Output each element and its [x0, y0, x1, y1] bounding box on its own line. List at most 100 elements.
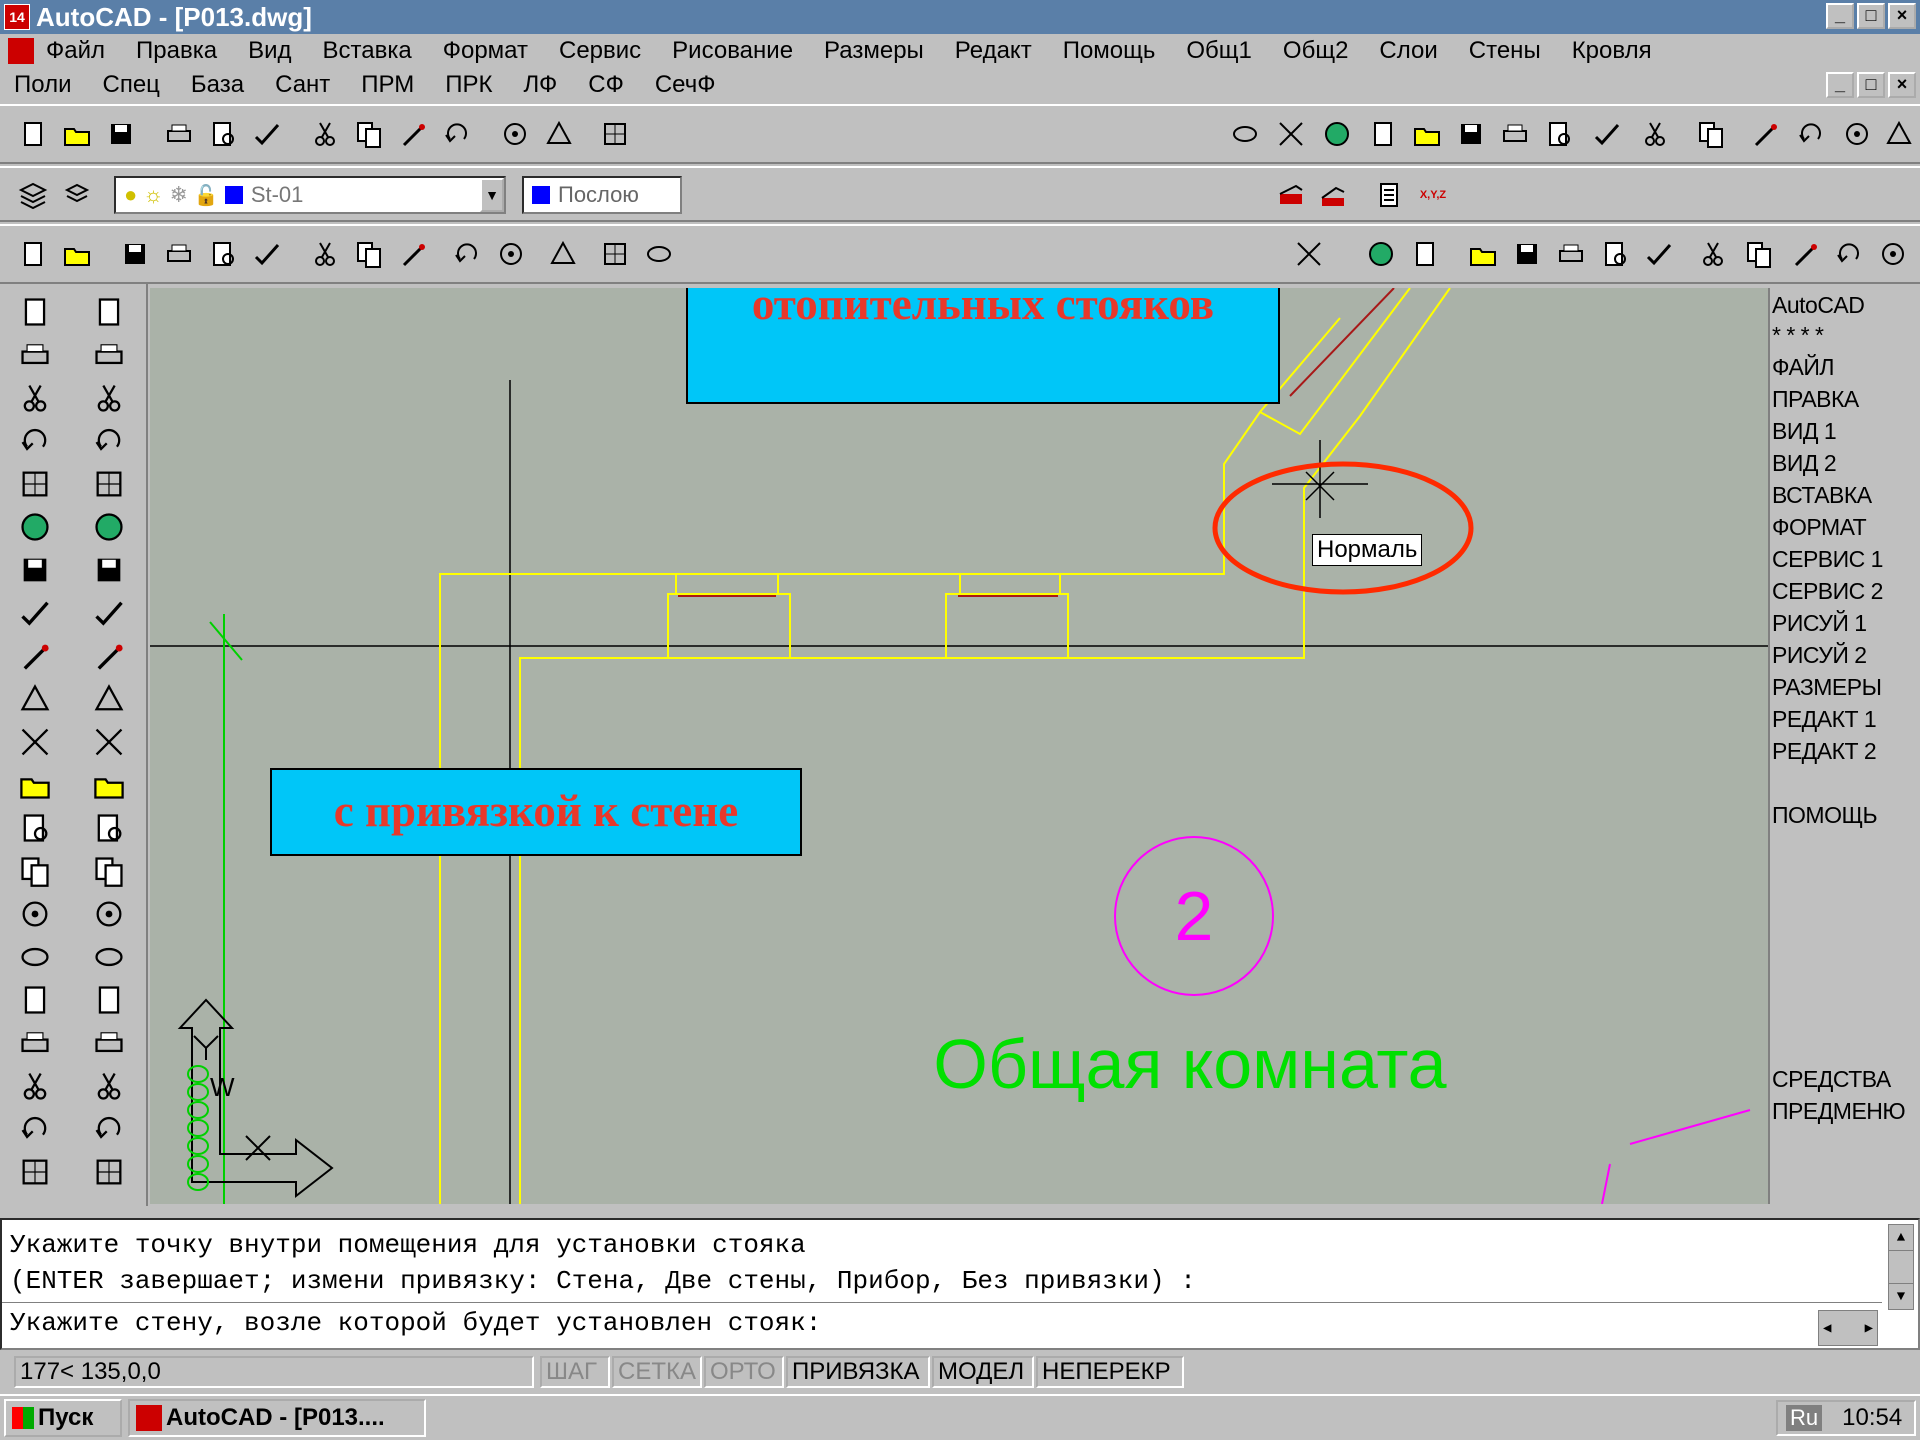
- preview-icon[interactable]: [1540, 115, 1578, 153]
- menu-row2-7[interactable]: СФ: [588, 71, 624, 99]
- doc-maximize-button[interactable]: □: [1857, 72, 1885, 98]
- color-dropdown[interactable]: Послою: [522, 176, 682, 214]
- undo-icon[interactable]: [438, 115, 476, 153]
- stretch-icon[interactable]: [87, 636, 131, 676]
- scroll-right-icon[interactable]: ▶: [1865, 1320, 1873, 1337]
- screen-menu-item-0[interactable]: AutoCAD: [1772, 292, 1865, 319]
- status-toggle-2[interactable]: ОРТО: [704, 1356, 784, 1388]
- erase-icon[interactable]: [87, 292, 131, 332]
- make-block-icon[interactable]: [13, 722, 57, 762]
- screen-menu-item-17[interactable]: СРЕДСТВА: [1772, 1066, 1891, 1093]
- screen-menu-item-16[interactable]: ПОМОЩЬ: [1772, 802, 1878, 829]
- triangle-icon[interactable]: [1880, 115, 1918, 153]
- scroll-up-icon[interactable]: ▲: [1889, 1225, 1913, 1251]
- copy-icon[interactable]: [1692, 115, 1730, 153]
- layer-dropdown[interactable]: ● ☼ ❄ 🔓 St-01 ▼: [114, 176, 506, 214]
- maximize-button[interactable]: □: [1857, 3, 1885, 29]
- save-icon[interactable]: [102, 115, 140, 153]
- rotate-icon[interactable]: [87, 550, 131, 590]
- preview-icon[interactable]: [204, 235, 242, 273]
- new-file-icon[interactable]: [1364, 115, 1402, 153]
- region-icon[interactable]: [13, 851, 57, 891]
- status-toggle-1[interactable]: СЕТКА: [612, 1356, 702, 1388]
- taskbar-autocad-button[interactable]: AutoCAD - [P013....: [128, 1399, 426, 1437]
- array-icon[interactable]: [87, 464, 131, 504]
- paste-icon[interactable]: [394, 235, 432, 273]
- polygon-icon[interactable]: [13, 421, 57, 461]
- screen-menu-item-9[interactable]: СЕРВИС 2: [1772, 578, 1883, 605]
- menu-row1-5[interactable]: Сервис: [559, 37, 641, 65]
- paste-icon[interactable]: [1786, 235, 1824, 273]
- menu-row1-12[interactable]: Слои: [1379, 37, 1437, 65]
- status-toggle-3[interactable]: ПРИВЯЗКА: [786, 1356, 930, 1388]
- arc-icon[interactable]: [13, 507, 57, 547]
- menu-row2-3[interactable]: Сант: [275, 71, 330, 99]
- shield-icon[interactable]: [13, 1023, 57, 1063]
- triangle-icon[interactable]: [540, 115, 578, 153]
- menu-row2-2[interactable]: База: [191, 71, 244, 99]
- cross-icon[interactable]: [1290, 235, 1328, 273]
- menu-row1-0[interactable]: Файл: [46, 37, 105, 65]
- save-icon[interactable]: [1452, 115, 1490, 153]
- open-file-icon[interactable]: [1408, 115, 1446, 153]
- target-icon[interactable]: [492, 235, 530, 273]
- menu-row1-10[interactable]: Общ1: [1186, 37, 1252, 65]
- menu-row2-6[interactable]: ЛФ: [524, 71, 558, 99]
- screen-menu-item-4[interactable]: ВИД 1: [1772, 418, 1837, 445]
- menu-row1-9[interactable]: Помощь: [1063, 37, 1156, 65]
- language-indicator[interactable]: Ru: [1786, 1405, 1823, 1431]
- close-button[interactable]: ×: [1888, 3, 1916, 29]
- target-icon[interactable]: [496, 115, 534, 153]
- new-file-icon[interactable]: [14, 235, 52, 273]
- menu-row1-14[interactable]: Кровля: [1572, 37, 1652, 65]
- coordinates-readout[interactable]: 177< 135,0,0: [14, 1356, 534, 1388]
- menu-row1-6[interactable]: Рисование: [672, 37, 793, 65]
- layer-previous-icon[interactable]: [58, 176, 96, 214]
- print-icon[interactable]: [160, 235, 198, 273]
- paste-icon[interactable]: [394, 115, 432, 153]
- ellipse-icon[interactable]: [13, 636, 57, 676]
- menu-row2-0[interactable]: Поли: [14, 71, 71, 99]
- undo-icon[interactable]: [1830, 235, 1868, 273]
- explode-icon[interactable]: [87, 937, 131, 977]
- save-icon[interactable]: [1508, 235, 1546, 273]
- screen-menu-item-18[interactable]: ПРЕДМЕНЮ: [1772, 1098, 1906, 1125]
- new-file-icon[interactable]: [1406, 235, 1444, 273]
- box-icon[interactable]: [596, 235, 634, 273]
- spell-icon[interactable]: [1640, 235, 1678, 273]
- scale-icon[interactable]: [87, 593, 131, 633]
- measure-icon[interactable]: [87, 1152, 131, 1192]
- status-toggle-5[interactable]: НЕПЕРЕКР: [1036, 1356, 1184, 1388]
- break-icon[interactable]: [87, 808, 131, 848]
- undo-icon[interactable]: [448, 235, 486, 273]
- triangle-icon[interactable]: [544, 235, 582, 273]
- screen-menu-item-3[interactable]: ПРАВКА: [1772, 386, 1859, 413]
- print-icon[interactable]: [1496, 115, 1534, 153]
- start-button[interactable]: Пуск: [4, 1399, 122, 1437]
- insert-block-icon[interactable]: [13, 679, 57, 719]
- screen-menu-item-6[interactable]: ВСТАВКА: [1772, 482, 1872, 509]
- tag-icon[interactable]: [13, 937, 57, 977]
- new-file-icon[interactable]: [14, 115, 52, 153]
- ellipse-icon[interactable]: [640, 235, 678, 273]
- construction-line-icon[interactable]: [13, 335, 57, 375]
- menu-row2-5[interactable]: ПРК: [445, 71, 492, 99]
- pedit-icon[interactable]: [87, 1066, 131, 1106]
- open-file-icon[interactable]: [58, 115, 96, 153]
- fillet-icon[interactable]: [87, 894, 131, 934]
- print-icon[interactable]: [1552, 235, 1590, 273]
- hatch-icon[interactable]: [13, 808, 57, 848]
- xyz-filter-icon[interactable]: X,Y,Z: [1414, 176, 1452, 214]
- ellipse-icon[interactable]: [1226, 115, 1264, 153]
- open-file-icon[interactable]: [58, 235, 96, 273]
- spell-icon[interactable]: [248, 115, 286, 153]
- chevron-down-icon[interactable]: ▼: [480, 178, 504, 212]
- offset-icon[interactable]: [87, 421, 131, 461]
- shield-check-icon[interactable]: [13, 1066, 57, 1106]
- scroll-down-icon[interactable]: ▼: [1889, 1283, 1913, 1309]
- screen-menu-item-7[interactable]: ФОРМАТ: [1772, 514, 1867, 541]
- screen-menu-item-13[interactable]: РЕДАКТ 1: [1772, 706, 1877, 733]
- screen-menu-item-2[interactable]: ФАЙЛ: [1772, 354, 1834, 381]
- screen-menu-item-11[interactable]: РИСУЙ 2: [1772, 642, 1867, 669]
- cut-icon[interactable]: [1636, 115, 1674, 153]
